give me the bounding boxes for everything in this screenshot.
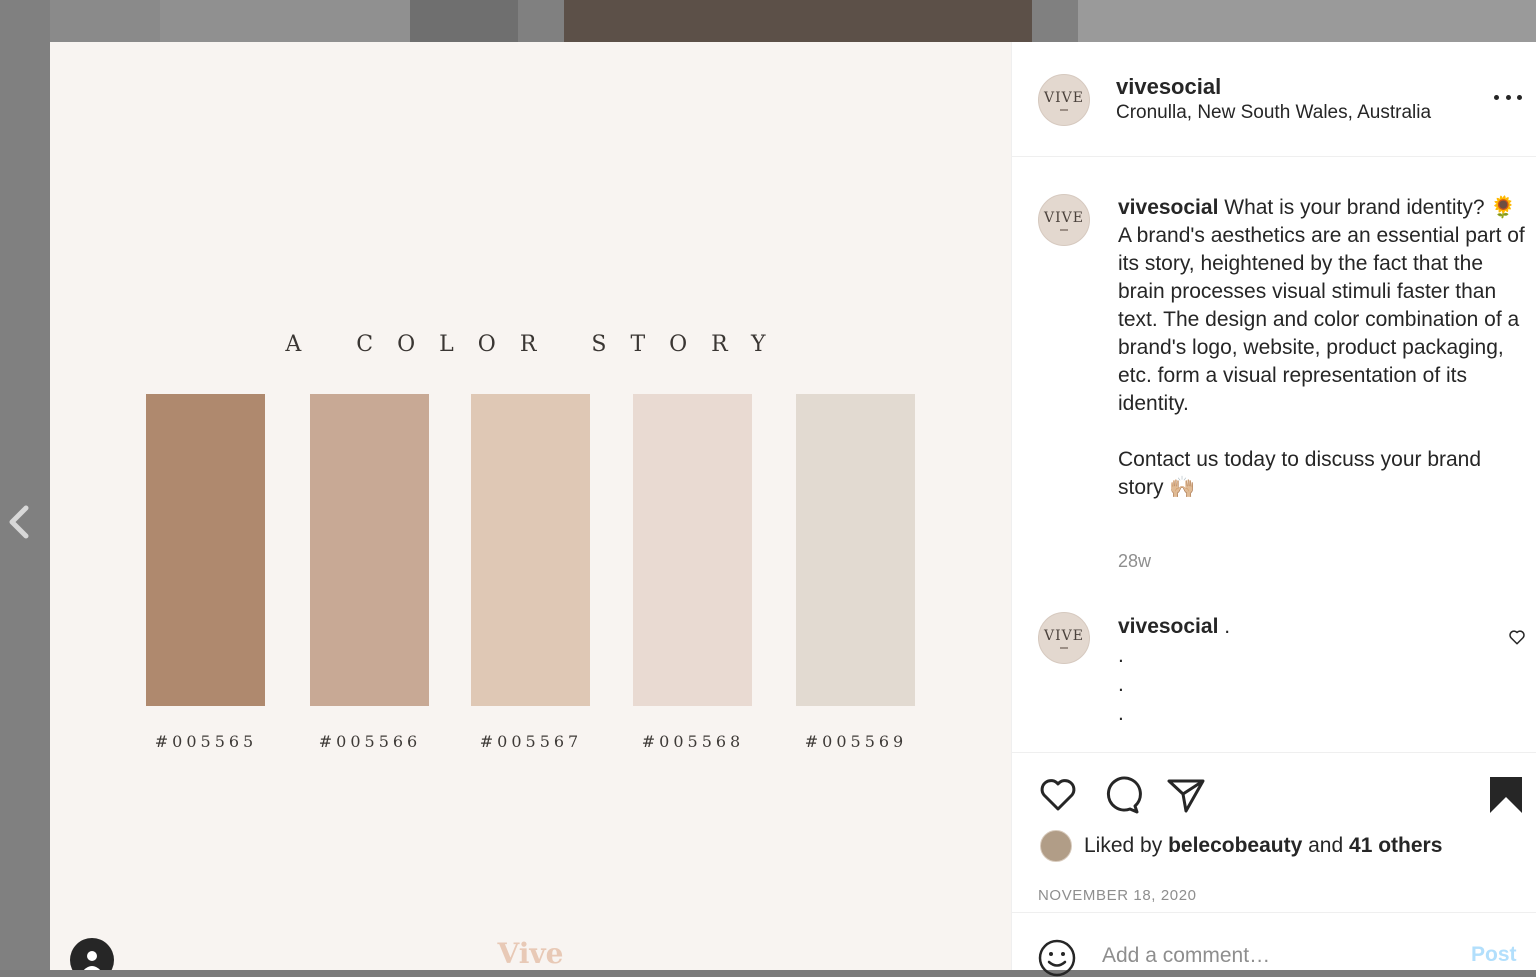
post-caption: vivesocial What is your brand identity? …	[1118, 194, 1530, 502]
avatar-logo-mark	[1060, 646, 1068, 649]
comments-list[interactable]: VIVE vivesocial What is your brand ident…	[1012, 158, 1536, 752]
post-image[interactable]: A COLOR STORY #005565 #005566 #005567 #0…	[50, 42, 1011, 970]
liked-conjunction: and	[1308, 834, 1344, 857]
avatar-logo-text: VIVE	[1044, 209, 1084, 226]
caption-username[interactable]: vivesocial	[1118, 196, 1218, 219]
heart-icon[interactable]	[1038, 775, 1078, 815]
color-swatch	[471, 394, 590, 706]
comment-item: vivesocial . . . .	[1118, 612, 1478, 728]
add-comment-form: Post	[1012, 912, 1536, 977]
background-thumbnail	[1078, 0, 1536, 42]
comment-input[interactable]	[1102, 941, 1462, 971]
post-author-username[interactable]: vivesocial	[1116, 74, 1221, 100]
avatar-logo-text: VIVE	[1044, 627, 1084, 644]
liked-prefix: Liked by	[1084, 834, 1163, 857]
avatar[interactable]: VIVE	[1038, 74, 1090, 126]
color-swatch	[310, 394, 429, 706]
avatar-logo-mark	[1060, 228, 1068, 231]
background-thumbnail	[160, 0, 410, 42]
avatar[interactable]: VIVE	[1038, 612, 1090, 664]
more-horizontal-icon[interactable]	[1494, 90, 1522, 104]
liked-others-link[interactable]: 41 others	[1349, 834, 1442, 858]
background-thumbnail	[50, 0, 160, 42]
tagged-users-button[interactable]	[70, 938, 114, 970]
color-swatch	[146, 394, 265, 706]
post-location[interactable]: Cronulla, New South Wales, Australia	[1116, 102, 1431, 124]
post-comment-button[interactable]: Post	[1471, 943, 1517, 967]
avatar-logo-text: VIVE	[1044, 89, 1084, 106]
color-story-title: A COLOR STORY	[285, 332, 790, 357]
chevron-left-icon[interactable]	[4, 502, 36, 542]
bookmark-filled-icon[interactable]	[1486, 775, 1526, 815]
user-icon	[83, 951, 101, 970]
comment-username[interactable]: vivesocial	[1118, 615, 1218, 638]
avatar[interactable]	[1040, 830, 1072, 862]
background-thumbnail	[564, 0, 1032, 42]
swatch-label: #005566	[318, 732, 422, 751]
color-swatch	[796, 394, 915, 706]
comment-icon[interactable]	[1102, 775, 1142, 815]
post-age[interactable]: 28w	[1118, 551, 1151, 572]
caption-text: What is your brand identity? 🌻 A brand's…	[1118, 196, 1525, 499]
brand-watermark: Vive	[497, 937, 564, 970]
paper-plane-icon[interactable]	[1166, 775, 1206, 815]
post-header: VIVE vivesocial Cronulla, New South Wale…	[1012, 42, 1536, 157]
swatch-label: #005567	[479, 732, 583, 751]
avatar-logo-mark	[1060, 108, 1068, 111]
swatch-label: #005565	[154, 732, 258, 751]
liked-user-link[interactable]: belecobeauty	[1168, 834, 1302, 858]
post-details-panel: VIVE vivesocial Cronulla, New South Wale…	[1011, 42, 1536, 977]
swatch-label: #005568	[641, 732, 745, 751]
avatar[interactable]: VIVE	[1038, 194, 1090, 246]
likes-summary: Liked by belecobeauty and 41 others	[1040, 829, 1442, 863]
heart-icon[interactable]	[1508, 628, 1526, 646]
post-date[interactable]: NOVEMBER 18, 2020	[1038, 887, 1197, 904]
swatch-label: #005569	[804, 732, 908, 751]
background-thumbnail	[410, 0, 518, 42]
post-actions: Liked by belecobeauty and 41 others NOVE…	[1012, 752, 1536, 912]
color-swatch	[633, 394, 752, 706]
smiley-icon[interactable]	[1038, 939, 1076, 977]
